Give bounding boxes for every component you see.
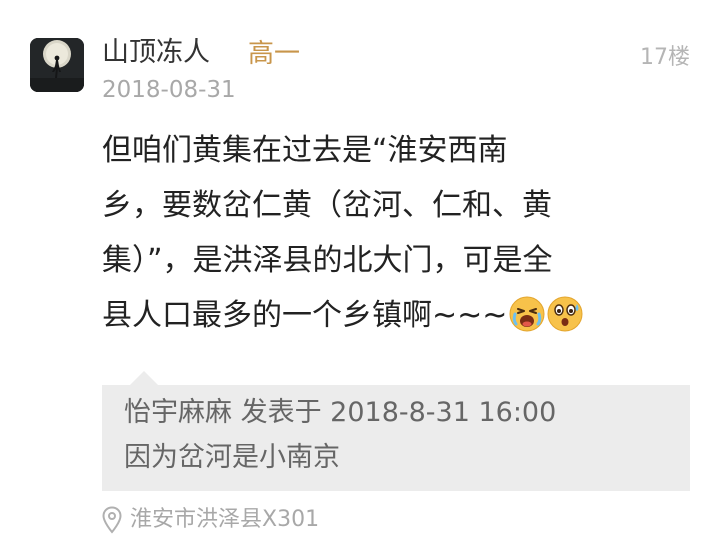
quote-pointer bbox=[130, 371, 158, 385]
crying-face-emoji-icon bbox=[509, 296, 545, 332]
user-avatar[interactable] bbox=[30, 38, 84, 92]
post-date: 2018-08-31 bbox=[102, 77, 236, 103]
location-pin-icon bbox=[102, 506, 122, 534]
content-line: 集）”，是洪泽县的北大门，可是全 bbox=[102, 243, 553, 278]
content-line-last: 县人口最多的一个乡镇啊~~~ bbox=[102, 288, 657, 343]
user-level-badge: 高一 bbox=[248, 39, 301, 69]
content-line-text: 县人口最多的一个乡镇啊~~~ bbox=[102, 298, 508, 333]
quote-author-time: 怡宇麻麻 发表于 2018-8-31 16:00 bbox=[124, 397, 557, 428]
content-line: 但咱们黄集在过去是“淮安西南 bbox=[102, 133, 508, 168]
post-location[interactable]: 淮安市洪泽县X301 bbox=[102, 503, 319, 537]
username[interactable]: 山顶冻人 bbox=[102, 36, 210, 70]
post-content: 但咱们黄集在过去是“淮安西南 乡，要数岔仁黄（岔河、仁和、黄 集）”，是洪泽县的… bbox=[102, 123, 657, 343]
content-line: 乡，要数岔仁黄（岔河、仁和、黄 bbox=[102, 188, 552, 223]
quote-text: 因为岔河是小南京 bbox=[124, 442, 340, 473]
location-text: 淮安市洪泽县X301 bbox=[130, 507, 320, 532]
floor-number: 17楼 bbox=[640, 45, 690, 70]
forum-post: 山顶冻人 高一 17楼 2018-08-31 但咱们黄集在过去是“淮安西南 乡，… bbox=[0, 0, 714, 546]
avatar-moon-silhouette-icon bbox=[30, 38, 84, 92]
quoted-reply[interactable]: 怡宇麻麻 发表于 2018-8-31 16:00 因为岔河是小南京 bbox=[102, 385, 690, 491]
astonished-face-emoji-icon bbox=[547, 296, 583, 332]
